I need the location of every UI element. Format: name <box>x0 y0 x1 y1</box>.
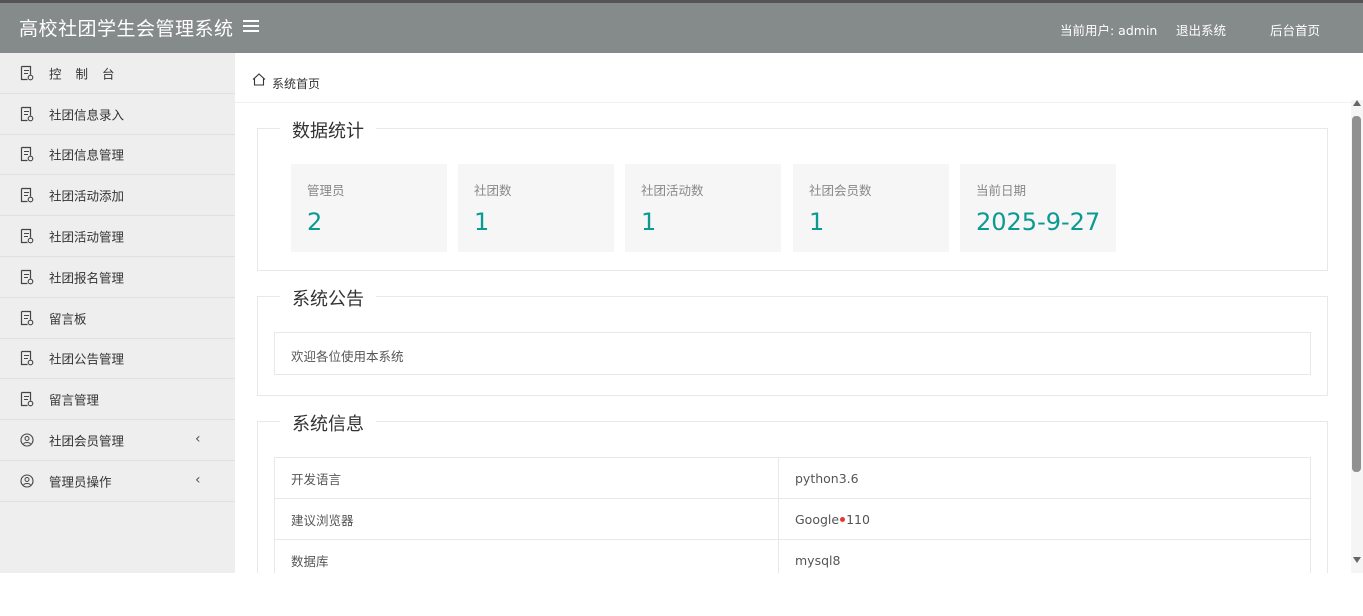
red-dot-icon <box>840 516 846 522</box>
vertical-scrollbar[interactable] <box>1351 100 1363 573</box>
document-icon <box>20 351 34 366</box>
notice-panel-title: 系统公告 <box>280 285 376 311</box>
stat-label: 管理员 <box>307 183 345 198</box>
sidebar-item-label: 社团信息管理 <box>49 147 125 163</box>
sidebar-item-dashboard[interactable]: 控制台 <box>0 53 235 94</box>
stat-card-date: 当前日期 2025-9-27 <box>960 164 1116 252</box>
document-icon <box>20 147 34 162</box>
stat-card-members: 社团会员数 1 <box>793 164 949 252</box>
stat-label: 当前日期 <box>976 183 1027 198</box>
logout-link[interactable]: 退出系统 <box>1176 20 1226 39</box>
document-icon <box>20 392 34 407</box>
current-user-label: 当前用户: admin <box>1060 23 1158 38</box>
sysinfo-table: 开发语言 python3.6 建议浏览器 Google 110 数据库 mysql… <box>274 457 1311 573</box>
chevron-left-icon: ‹ <box>195 431 201 448</box>
sidebar-item-label: 社团活动添加 <box>49 188 125 204</box>
table-row: 开发语言 python3.6 <box>274 457 1311 499</box>
sidebar-item-activity-add[interactable]: 社团活动添加 <box>0 175 235 217</box>
home-icon <box>252 73 266 86</box>
sidebar-item-notice-manage[interactable]: 社团公告管理 <box>0 339 235 380</box>
user-circle-icon <box>20 433 34 447</box>
stat-card-activities: 社团活动数 1 <box>625 164 781 252</box>
table-cell-key: 数据库 <box>274 539 779 573</box>
document-icon <box>20 188 34 203</box>
document-icon <box>20 228 34 244</box>
sidebar-item-label: 社团活动管理 <box>49 229 125 245</box>
scroll-down-arrow-icon[interactable] <box>1353 557 1361 563</box>
notice-content: 欢迎各位使用本系统 <box>274 332 1311 375</box>
sidebar-item-label: 留言管理 <box>49 392 100 408</box>
breadcrumb: 系统首页 <box>235 53 1363 103</box>
stat-label: 社团数 <box>474 183 512 198</box>
breadcrumb-home-link[interactable]: 系统首页 <box>272 75 320 92</box>
stat-value: 1 <box>809 208 825 236</box>
stat-card-admins: 管理员 2 <box>291 164 447 252</box>
table-cell-value: mysql8 <box>778 539 1311 573</box>
stats-panel: 数据统计 管理员 2 社团数 1 社团活动数 1 社团会员数 1 当前日期 20… <box>257 117 1328 271</box>
top-header: 高校社团学生会管理系统 当前用户: admin 退出系统 后台首页 <box>0 0 1363 53</box>
sidebar-item-label: 管理员操作 <box>49 474 112 490</box>
sidebar-item-admin-ops[interactable]: 管理员操作 ‹ <box>0 461 235 502</box>
notice-panel: 系统公告 欢迎各位使用本系统 <box>257 285 1328 396</box>
stat-value: 1 <box>474 208 490 236</box>
document-icon <box>20 65 34 81</box>
sidebar-item-member-manage[interactable]: 社团会员管理 ‹ <box>0 420 235 461</box>
main-content: 系统首页 数据统计 管理员 2 社团数 1 社团活动数 1 社团会员数 1 当前… <box>235 53 1363 573</box>
app-window: 高校社团学生会管理系统 当前用户: admin 退出系统 后台首页 控制台 社团… <box>0 0 1363 573</box>
scrollbar-thumb[interactable] <box>1352 116 1361 472</box>
stats-panel-title: 数据统计 <box>280 117 376 143</box>
sidebar-item-activity-manage[interactable]: 社团活动管理 <box>0 216 235 257</box>
stat-label: 社团会员数 <box>809 183 872 198</box>
stat-card-clubs: 社团数 1 <box>458 164 614 252</box>
sidebar: 控制台 社团信息录入 社团信息管理 社团活动添加 社团活动管理 社团报名管理 留… <box>0 53 235 573</box>
sidebar-item-message-board[interactable]: 留言板 <box>0 298 235 339</box>
stat-value: 2025-9-27 <box>976 208 1101 236</box>
stat-value: 2 <box>307 208 323 236</box>
sidebar-item-message-manage[interactable]: 留言管理 <box>0 379 235 421</box>
sidebar-item-label: 社团信息录入 <box>49 107 125 123</box>
sidebar-item-club-info-entry[interactable]: 社团信息录入 <box>0 94 235 135</box>
sidebar-item-club-info-manage[interactable]: 社团信息管理 <box>0 135 235 176</box>
browser-name: Google <box>795 511 840 527</box>
sidebar-item-label: 控制台 <box>49 66 129 82</box>
table-row: 建议浏览器 Google 110 <box>274 498 1311 540</box>
notice-text: 欢迎各位使用本系统 <box>291 349 404 364</box>
stat-label: 社团活动数 <box>641 183 704 198</box>
browser-version: 110 <box>846 511 870 527</box>
table-cell-key: 建议浏览器 <box>274 498 779 540</box>
user-circle-icon <box>20 474 34 488</box>
sysinfo-panel: 系统信息 开发语言 python3.6 建议浏览器 Google 110 数据库 … <box>257 410 1328 573</box>
document-icon <box>20 106 34 122</box>
sidebar-item-signup-manage[interactable]: 社团报名管理 <box>0 257 235 298</box>
sysinfo-panel-title: 系统信息 <box>280 410 376 436</box>
document-icon <box>20 269 34 285</box>
sidebar-item-label: 留言板 <box>49 311 87 327</box>
table-cell-value: python3.6 <box>778 457 1311 499</box>
chevron-left-icon: ‹ <box>195 472 201 489</box>
stat-value: 1 <box>641 208 657 236</box>
scroll-up-arrow-icon[interactable] <box>1353 100 1361 106</box>
backend-home-link[interactable]: 后台首页 <box>1270 20 1320 39</box>
table-cell-key: 开发语言 <box>274 457 779 499</box>
sidebar-item-label: 社团会员管理 <box>49 433 125 449</box>
document-icon <box>20 310 34 326</box>
sidebar-item-label: 社团报名管理 <box>49 270 125 286</box>
app-title: 高校社团学生会管理系统 <box>19 18 234 40</box>
table-row: 数据库 mysql8 <box>274 539 1311 573</box>
menu-toggle-icon[interactable] <box>243 20 259 36</box>
sidebar-item-label: 社团公告管理 <box>49 351 125 367</box>
table-cell-value: Google 110 <box>778 498 1311 540</box>
